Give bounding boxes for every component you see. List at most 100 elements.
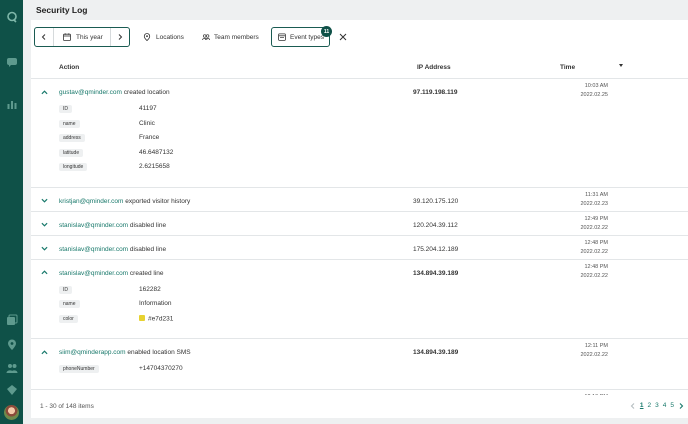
chevron-up-icon — [40, 270, 48, 275]
row-date: 2022.02.22 — [580, 224, 608, 231]
row-action: stanislav@qminder.com disabled line — [59, 222, 166, 229]
detail-key: ID — [59, 285, 72, 294]
close-icon — [339, 33, 347, 41]
team-members-filter-label: Team members — [214, 33, 259, 41]
row-time: 12:48 PM — [584, 263, 608, 270]
row-action: siim@qminderapp.com enabled location SMS — [59, 349, 191, 356]
row-time: 12:10 PM — [584, 393, 608, 396]
detail-key: address — [59, 134, 85, 142]
page-link-1[interactable]: 1 — [640, 402, 644, 409]
location-pin-icon[interactable] — [5, 338, 18, 351]
actor-email-link[interactable]: gustav@qminder.com — [59, 89, 122, 96]
ip-address: 175.204.12.189 — [413, 245, 459, 253]
row-time: 10:03 AM — [584, 83, 608, 89]
ip-address: 134.894.39.189 — [413, 269, 459, 277]
date-range-label: This year — [76, 33, 103, 41]
page-header: Security Log — [23, 0, 688, 20]
row-time: 12:11 PM — [584, 343, 608, 349]
date-range-button[interactable]: This year — [53, 28, 111, 46]
column-header-time[interactable]: Time — [560, 64, 575, 71]
detail-value: 41197 — [139, 105, 157, 112]
actor-email-link[interactable]: kristjan@qminder.com — [59, 198, 123, 205]
expand-row-button[interactable] — [40, 245, 48, 253]
locations-filter-label: Locations — [156, 33, 184, 41]
detail-value: #e7d231 — [139, 314, 173, 322]
detail-value: Clinic — [139, 119, 155, 127]
chevron-right-icon — [118, 34, 123, 40]
detail-value: France — [139, 134, 160, 141]
chat-icon[interactable] — [5, 55, 18, 68]
table-row: stanislav@qminder.com disabled line 175.2… — [31, 236, 688, 260]
page-link-4[interactable]: 4 — [663, 402, 667, 409]
avatar[interactable] — [4, 405, 19, 420]
collapse-row-button[interactable] — [40, 269, 48, 277]
page-link-5[interactable]: 5 — [670, 402, 674, 409]
chevron-right-icon[interactable] — [678, 402, 684, 409]
items-count: 1 - 30 of 148 items — [40, 403, 94, 410]
bookmarks-icon[interactable] — [5, 313, 18, 326]
previous-period-button[interactable] — [35, 28, 53, 46]
detail-key: ID — [59, 105, 72, 113]
collapse-row-button[interactable] — [40, 348, 48, 356]
actor-email-link[interactable]: siim@qminderapp.com — [59, 349, 126, 356]
row-action: gustav@qminder.com created location — [59, 89, 170, 96]
analytics-icon[interactable] — [5, 97, 18, 110]
event-types-icon — [278, 33, 286, 41]
location-pin-icon — [143, 33, 151, 41]
row-timestamp: 12:49 PM 2022.02.22 — [580, 215, 608, 233]
date-range-filter: This year — [34, 27, 130, 47]
table-row: stanislav@qminder.com disabled line 120.2… — [31, 212, 688, 236]
column-header-ip-address[interactable]: IP Address — [417, 64, 451, 71]
actor-email-link[interactable]: stanislav@qminder.com — [59, 246, 128, 253]
action-description: enabled location SMS — [125, 349, 191, 356]
chevron-up-icon — [40, 349, 48, 354]
qminder-logo-icon[interactable] — [5, 10, 18, 23]
page-title: Security Log — [36, 5, 88, 15]
tag-icon[interactable] — [5, 383, 18, 396]
page-link-2[interactable]: 2 — [648, 402, 652, 409]
ip-address: 97.119.198.119 — [413, 89, 458, 96]
row-time: 11:31 AM — [585, 191, 608, 198]
table-row: stanislav@qminder.com created line 134.89… — [31, 260, 688, 339]
ip-address: 134.894.39.189 — [413, 349, 459, 356]
team-members-filter-button[interactable]: Team members — [196, 27, 262, 47]
row-timestamp: 12:48 PM 2022.02.22 — [580, 263, 608, 281]
event-types-filter-label: Event types — [290, 33, 324, 41]
row-action: kristjan@qminder.com exported visitor hi… — [59, 198, 190, 205]
row-action: stanislav@qminder.com disabled line — [59, 246, 166, 253]
next-period-button[interactable] — [111, 28, 129, 46]
left-navigation-rail — [0, 0, 23, 424]
table-footer: 1 - 30 of 148 items 12345 — [31, 398, 688, 418]
page-link-3[interactable]: 3 — [655, 402, 659, 409]
chevron-left-icon[interactable] — [630, 402, 636, 409]
team-icon — [202, 34, 210, 41]
clear-filters-button[interactable] — [337, 31, 349, 43]
chevron-up-icon — [40, 89, 48, 94]
table-row: kristjan@qminder.com exported visitor hi… — [31, 188, 688, 212]
expand-row-button[interactable] — [40, 197, 48, 205]
row-timestamp: 11:31 AM 2022.02.23 — [580, 191, 608, 209]
chevron-down-icon — [40, 222, 48, 227]
row-time: 12:49 PM — [584, 215, 608, 222]
table-row: gustav@qminder.com created location 97.11… — [31, 79, 688, 188]
sort-descending-icon[interactable] — [619, 64, 623, 67]
expand-row-button[interactable] — [40, 221, 48, 229]
actor-email-link[interactable]: stanislav@qminder.com — [59, 270, 128, 277]
row-action: stanislav@qminder.com created line — [59, 270, 164, 277]
locations-filter-button[interactable]: Locations — [136, 27, 188, 47]
action-description: disabled line — [128, 221, 167, 229]
row-date: 2022.02.22 — [580, 272, 608, 279]
collapse-row-button[interactable] — [40, 88, 48, 96]
calendar-icon — [63, 33, 71, 41]
team-icon[interactable] — [5, 361, 18, 374]
detail-key: phoneNumber — [59, 365, 99, 373]
detail-key: name — [59, 119, 80, 128]
row-date: 2022.02.22 — [580, 248, 608, 255]
ip-address: 39.120.175.120 — [413, 197, 459, 205]
column-header-action[interactable]: Action — [59, 64, 79, 71]
actor-email-link[interactable]: stanislav@qminder.com — [59, 222, 128, 229]
filter-bar: This year Locations Team members Event t… — [31, 20, 688, 53]
table-header: Action IP Address Time — [31, 57, 688, 79]
row-date: 2022.02.22 — [580, 352, 608, 358]
detail-value: +14704370270 — [139, 365, 183, 372]
